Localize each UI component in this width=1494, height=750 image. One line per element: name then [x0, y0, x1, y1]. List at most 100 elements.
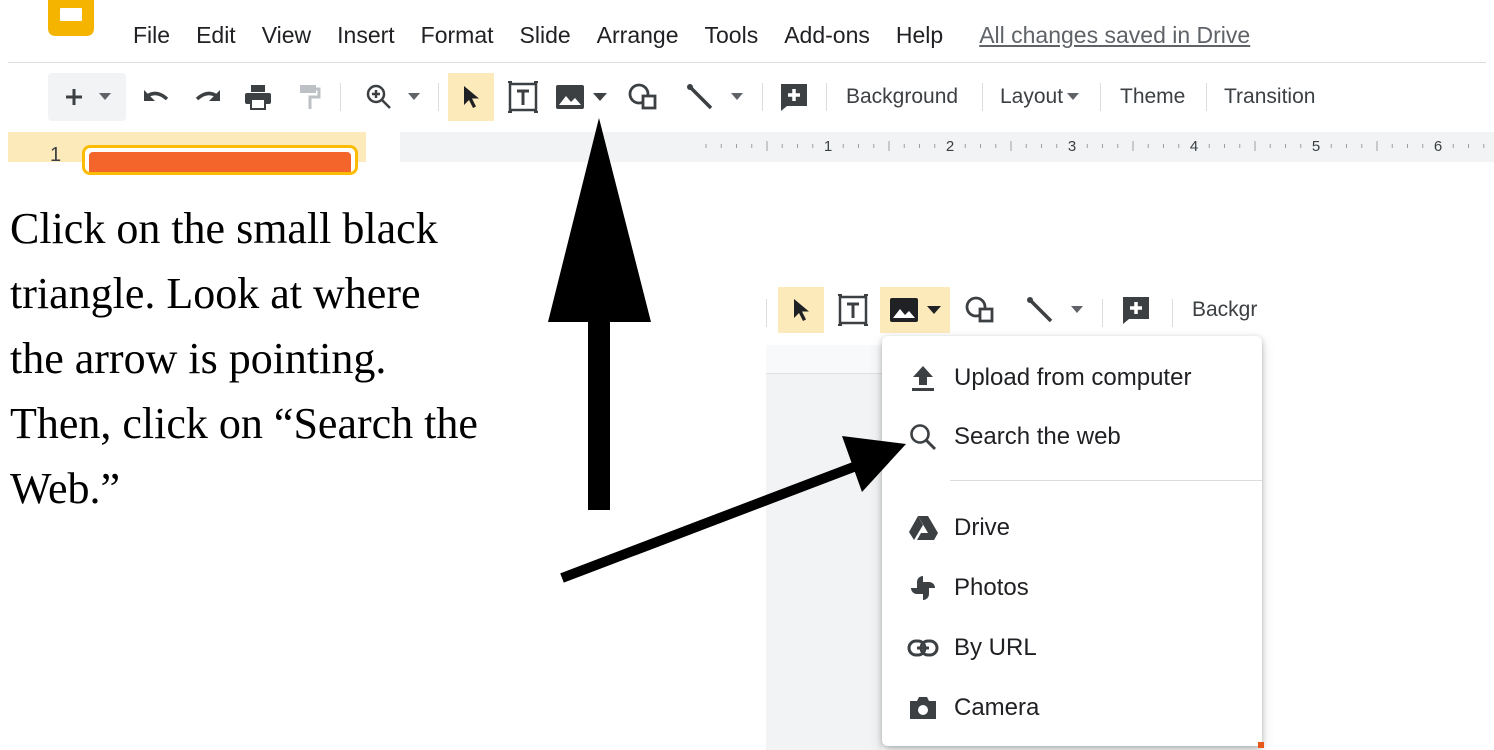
menu-item-upload-from-computer[interactable]: Upload from computer [882, 354, 1262, 402]
plus-icon [63, 86, 85, 108]
line-icon [1025, 295, 1055, 325]
menu-add-ons[interactable]: Add-ons [784, 22, 870, 49]
menu-bar: File Edit View Insert Format Slide Arran… [133, 18, 1250, 52]
menu-item-label: Upload from computer [954, 364, 1192, 391]
menu-view[interactable]: View [262, 22, 311, 49]
line-button[interactable] [1018, 287, 1090, 333]
undo-icon [142, 87, 170, 107]
camera-icon [906, 691, 940, 725]
menu-item-label: Search the web [954, 423, 1121, 450]
shape-icon [964, 295, 996, 325]
layout-label: Layout [1000, 85, 1064, 108]
layout-button[interactable]: Layout [1000, 73, 1080, 121]
select-tool-button[interactable] [448, 73, 494, 121]
menu-divider [8, 62, 1486, 63]
ruler-label: 4 [1190, 138, 1198, 155]
menu-tools[interactable]: Tools [705, 22, 759, 49]
toolbar-separator [762, 83, 763, 111]
toolbar-separator [766, 299, 767, 327]
redo-button[interactable] [190, 73, 226, 121]
line-icon [685, 82, 715, 112]
shape-button[interactable] [620, 73, 666, 121]
instruction-line: Click on the small black [10, 204, 438, 253]
toolbar-separator [982, 83, 983, 111]
add-comment-icon [1121, 295, 1151, 325]
menu-item-drive[interactable]: Drive [882, 504, 1262, 552]
toolbar: Background Layout Theme Transition [48, 73, 1488, 121]
paint-format-button[interactable] [292, 73, 328, 121]
image-dropdown-triangle-icon[interactable] [927, 305, 941, 315]
theme-button[interactable]: Theme [1120, 73, 1185, 121]
up-arrow-annotation [548, 118, 651, 510]
menu-arrange[interactable]: Arrange [597, 22, 679, 49]
paint-roller-icon [299, 84, 321, 110]
background-button[interactable]: Background [846, 73, 958, 121]
text-box-icon [507, 81, 539, 113]
add-comment-button[interactable] [1116, 287, 1156, 333]
zoomed-canvas-ruler [766, 345, 882, 374]
insert-image-button[interactable] [552, 73, 610, 121]
menu-edit[interactable]: Edit [196, 22, 236, 49]
search-icon [906, 420, 940, 454]
drive-icon [906, 511, 940, 545]
canvas-margin [400, 132, 426, 162]
instruction-line: the arrow is pointing. [10, 334, 387, 383]
text-box-button[interactable] [832, 287, 874, 333]
toolbar-separator [1102, 299, 1103, 327]
line-button[interactable] [676, 73, 752, 121]
undo-button[interactable] [138, 73, 174, 121]
ruler-label: 3 [1068, 138, 1076, 155]
slide-thumbnail[interactable] [82, 145, 358, 175]
ruler-label: 1 [824, 138, 832, 155]
new-slide-button[interactable] [48, 73, 126, 121]
instruction-line: triangle. Look at where [10, 269, 421, 318]
select-tool-button[interactable] [778, 287, 824, 333]
toolbar-separator [1206, 83, 1207, 111]
text-box-icon [837, 294, 869, 326]
menu-item-search-the-web[interactable]: Search the web [882, 413, 1262, 461]
instruction-line: Then, click on “Search the [10, 399, 478, 448]
menu-item-photos[interactable]: Photos [882, 564, 1262, 612]
menu-format[interactable]: Format [421, 22, 494, 49]
shape-button[interactable] [960, 287, 1000, 333]
chevron-down-icon[interactable] [1071, 306, 1083, 314]
cursor-icon [791, 297, 811, 323]
print-icon [244, 84, 272, 110]
ruler-label: 2 [946, 138, 954, 155]
menu-slide[interactable]: Slide [520, 22, 571, 49]
chevron-down-icon[interactable] [731, 93, 743, 101]
instruction-text: Click on the small black triangle. Look … [10, 196, 550, 521]
zoom-button[interactable] [354, 73, 432, 121]
link-icon [906, 631, 940, 665]
zoom-in-icon [366, 84, 392, 110]
image-dropdown-triangle-icon[interactable] [593, 92, 607, 102]
menu-item-camera[interactable]: Camera [882, 684, 1262, 732]
redo-icon [194, 87, 222, 107]
toolbar-separator [340, 83, 341, 111]
slides-logo[interactable] [47, 0, 95, 36]
menu-item-by-url[interactable]: By URL [882, 624, 1262, 672]
text-box-button[interactable] [502, 73, 544, 121]
background-button[interactable]: Backgr [1192, 287, 1266, 333]
ruler-label: 5 [1312, 138, 1320, 155]
zoomed-canvas-area [766, 345, 882, 750]
horizontal-ruler[interactable]: 1 2 3 4 5 6 [426, 132, 1494, 162]
menu-file[interactable]: File [133, 22, 170, 49]
chevron-down-icon[interactable] [99, 93, 111, 101]
menu-item-label: Camera [954, 694, 1040, 721]
ruler-label: 6 [1434, 138, 1442, 155]
save-status-link[interactable]: All changes saved in Drive [979, 22, 1250, 49]
transition-button[interactable]: Transition [1224, 73, 1315, 121]
shape-icon [627, 82, 659, 112]
slide-thumbnail-fill [89, 152, 351, 172]
menu-help[interactable]: Help [896, 22, 943, 49]
print-button[interactable] [240, 73, 276, 121]
photos-icon [906, 571, 940, 605]
insert-image-button[interactable] [880, 287, 950, 333]
menu-item-label: Photos [954, 574, 1029, 601]
add-comment-button[interactable] [774, 73, 814, 121]
toolbar-separator [826, 83, 827, 111]
insert-image-menu: Upload from computer Search the web Driv… [882, 336, 1262, 746]
menu-insert[interactable]: Insert [337, 22, 395, 49]
image-icon [555, 84, 585, 110]
